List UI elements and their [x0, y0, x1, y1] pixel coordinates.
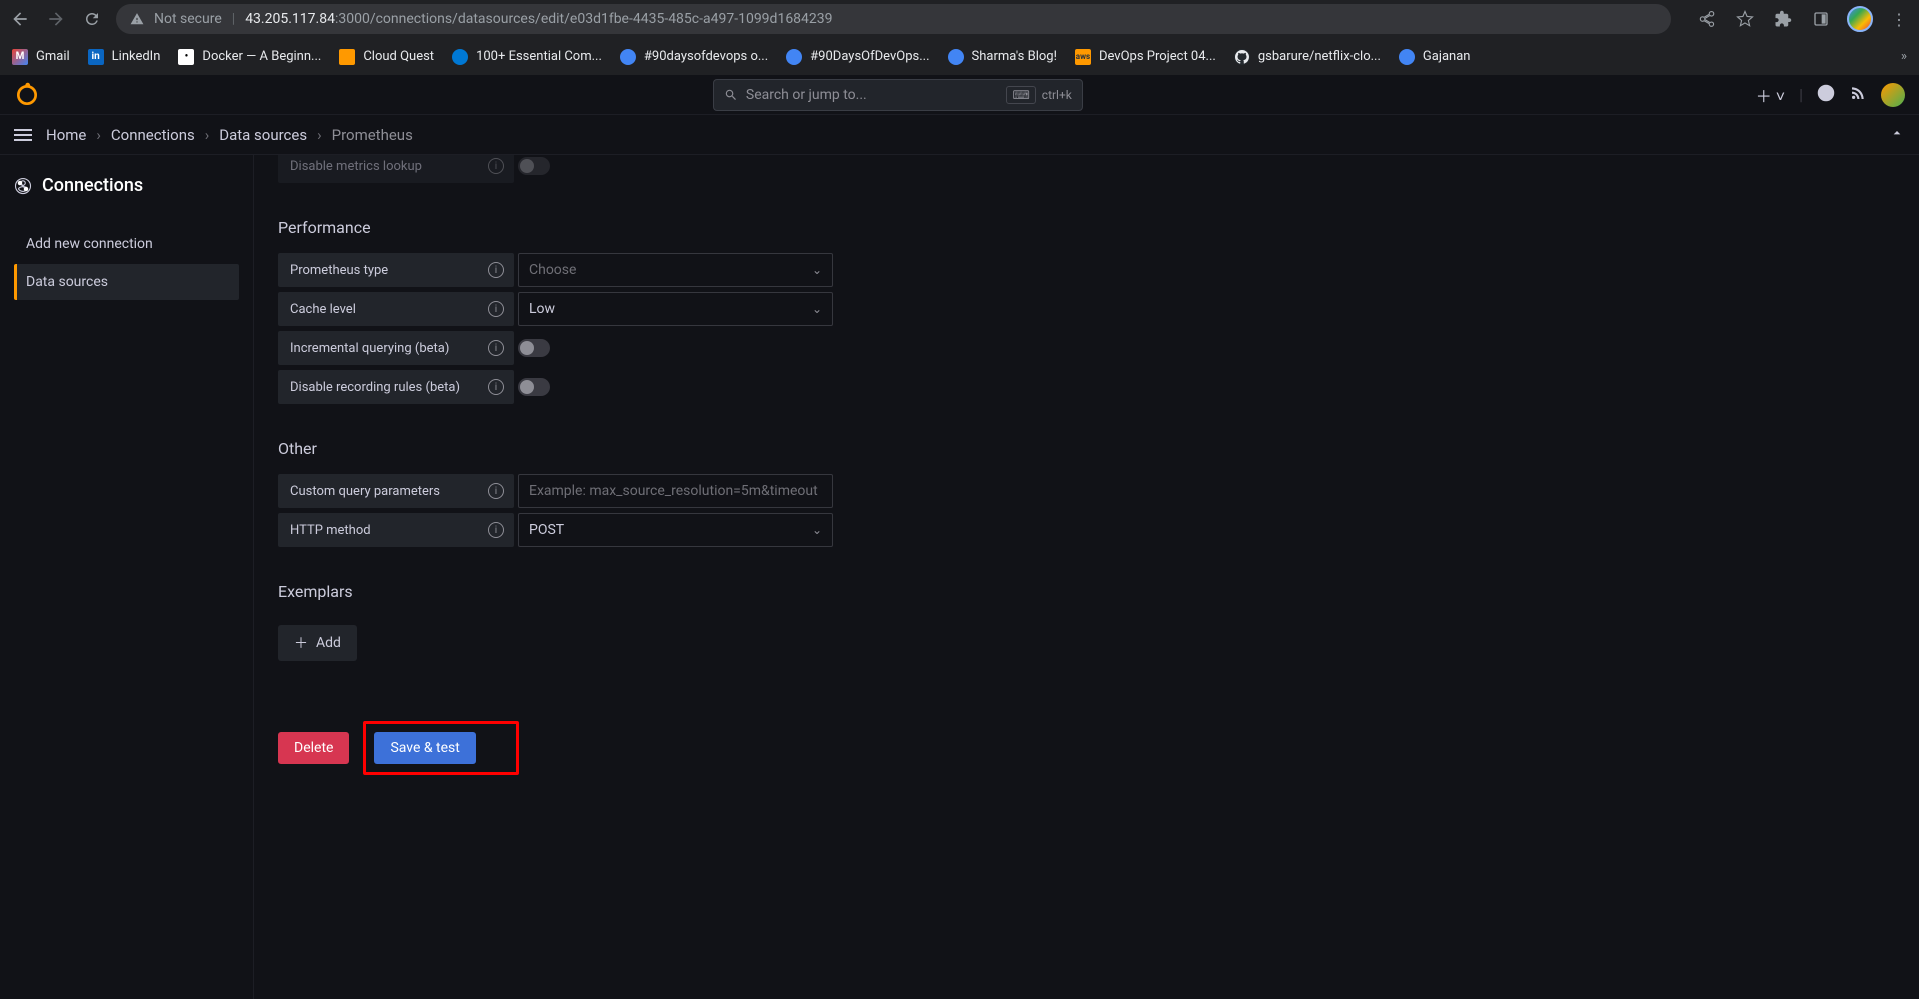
browser-profile-avatar[interactable] [1847, 6, 1873, 32]
info-icon[interactable]: i [488, 340, 504, 356]
other-header: Other [278, 439, 1895, 458]
breadcrumb-datasources[interactable]: Data sources [219, 126, 307, 144]
chrome-menu-icon[interactable]: ⋮ [1887, 7, 1911, 31]
cache-level-label: Cache level i [278, 292, 514, 326]
chevron-down-icon: ⌄ [812, 523, 822, 537]
bookmark-sharma[interactable]: Sharma's Blog! [948, 49, 1057, 65]
disable-metrics-label: Disable metrics lookup i [278, 155, 514, 183]
save-highlight-box: Save & test [363, 721, 518, 775]
custom-query-label: Custom query parameters i [278, 474, 514, 508]
breadcrumb-current: Prometheus [332, 126, 413, 144]
forward-icon[interactable] [44, 7, 68, 31]
user-avatar[interactable] [1881, 83, 1905, 107]
bookmark-netflix[interactable]: gsbarure/netflix-clo... [1234, 49, 1381, 65]
rss-icon[interactable] [1849, 84, 1867, 106]
bookmark-essential[interactable]: 100+ Essential Com... [452, 49, 602, 65]
exemplars-header: Exemplars [278, 582, 1895, 601]
sidebar-item-data-sources[interactable]: Data sources [14, 264, 239, 300]
bookmark-devops04[interactable]: awsDevOps Project 04... [1075, 49, 1216, 65]
bookmark-gajanan[interactable]: Gajanan [1399, 49, 1471, 65]
bookmark-docker[interactable]: •Docker — A Beginn... [178, 49, 321, 65]
http-method-label: HTTP method i [278, 513, 514, 547]
browser-nav: Not secure | 43.205.117.84:3000/connecti… [0, 0, 1919, 38]
reload-icon[interactable] [80, 7, 104, 31]
http-method-select[interactable]: POST ⌄ [518, 513, 833, 547]
kbd-icon: ⌨ [1006, 86, 1035, 104]
grafana-logo-icon[interactable] [14, 82, 40, 108]
bookmark-linkedin[interactable]: inLinkedIn [88, 49, 161, 65]
prometheus-type-label: Prometheus type i [278, 253, 514, 287]
add-button[interactable]: ＋ Add [278, 625, 357, 661]
disable-metrics-toggle[interactable] [518, 157, 550, 175]
chevron-down-icon: ⌄ [812, 302, 822, 316]
back-icon[interactable] [8, 7, 32, 31]
bookmark-cloudquest[interactable]: Cloud Quest [339, 49, 434, 65]
grafana-topbar: Search or jump to... ⌨ctrl+k ＋ ˅ | [0, 75, 1919, 115]
url-text: 43.205.117.84:3000/connections/datasourc… [245, 11, 832, 27]
bookmark-90days1[interactable]: #90daysofdevops o... [620, 49, 768, 65]
info-icon[interactable]: i [488, 158, 504, 174]
shortcut-label: ctrl+k [1042, 88, 1072, 102]
add-icon[interactable]: ＋ ˅ [1756, 83, 1785, 107]
breadcrumb: Home › Connections › Data sources › Prom… [46, 126, 413, 144]
security-label: Not secure [154, 11, 222, 27]
plus-icon: ＋ [294, 633, 308, 653]
delete-button[interactable]: Delete [278, 732, 349, 764]
info-icon[interactable]: i [488, 301, 504, 317]
search-input[interactable]: Search or jump to... ⌨ ctrl+k [713, 79, 1083, 111]
breadcrumb-connections[interactable]: Connections [111, 126, 195, 144]
disable-recording-toggle[interactable] [518, 378, 550, 396]
help-icon[interactable] [1817, 84, 1835, 106]
info-icon[interactable]: i [488, 483, 504, 499]
info-icon[interactable]: i [488, 262, 504, 278]
url-bar[interactable]: Not secure | 43.205.117.84:3000/connecti… [116, 4, 1671, 34]
chevron-right-icon: › [205, 126, 210, 144]
chevron-right-icon: › [317, 126, 322, 144]
extensions-icon[interactable] [1771, 7, 1795, 31]
info-icon[interactable]: i [488, 522, 504, 538]
incremental-querying-label: Incremental querying (beta) i [278, 331, 514, 365]
bookmark-90days2[interactable]: #90DaysOfDevOps... [786, 49, 929, 65]
chevron-down-icon: ⌄ [812, 263, 822, 277]
collapse-icon[interactable] [1889, 125, 1905, 145]
prometheus-type-select[interactable]: Choose ⌄ [518, 253, 833, 287]
sidebar-item-add-connection[interactable]: Add new connection [14, 226, 239, 262]
info-icon[interactable]: i [488, 379, 504, 395]
sidebar: Connections Add new connection Data sour… [0, 155, 253, 999]
content-area: Disable metrics lookup i Performance Pro… [253, 155, 1919, 999]
bookmarks-overflow-icon[interactable]: » [1901, 49, 1907, 64]
menu-icon[interactable] [14, 129, 32, 141]
chevron-right-icon: › [96, 126, 101, 144]
search-placeholder: Search or jump to... [746, 87, 867, 103]
bookmarks-bar: MGmail inLinkedIn •Docker — A Beginn... … [0, 38, 1919, 75]
cache-level-select[interactable]: Low ⌄ [518, 292, 833, 326]
bookmark-gmail[interactable]: MGmail [12, 49, 70, 65]
disable-recording-label: Disable recording rules (beta) i [278, 370, 514, 404]
sidebar-title: Connections [14, 175, 239, 196]
performance-header: Performance [278, 218, 1895, 237]
star-icon[interactable] [1733, 7, 1757, 31]
breadcrumb-bar: Home › Connections › Data sources › Prom… [0, 115, 1919, 155]
custom-query-input[interactable] [518, 474, 833, 508]
panel-icon[interactable] [1809, 7, 1833, 31]
incremental-querying-toggle[interactable] [518, 339, 550, 357]
share-icon[interactable] [1695, 7, 1719, 31]
breadcrumb-home[interactable]: Home [46, 126, 86, 144]
browser-chrome: Not secure | 43.205.117.84:3000/connecti… [0, 0, 1919, 75]
save-test-button[interactable]: Save & test [374, 732, 475, 764]
